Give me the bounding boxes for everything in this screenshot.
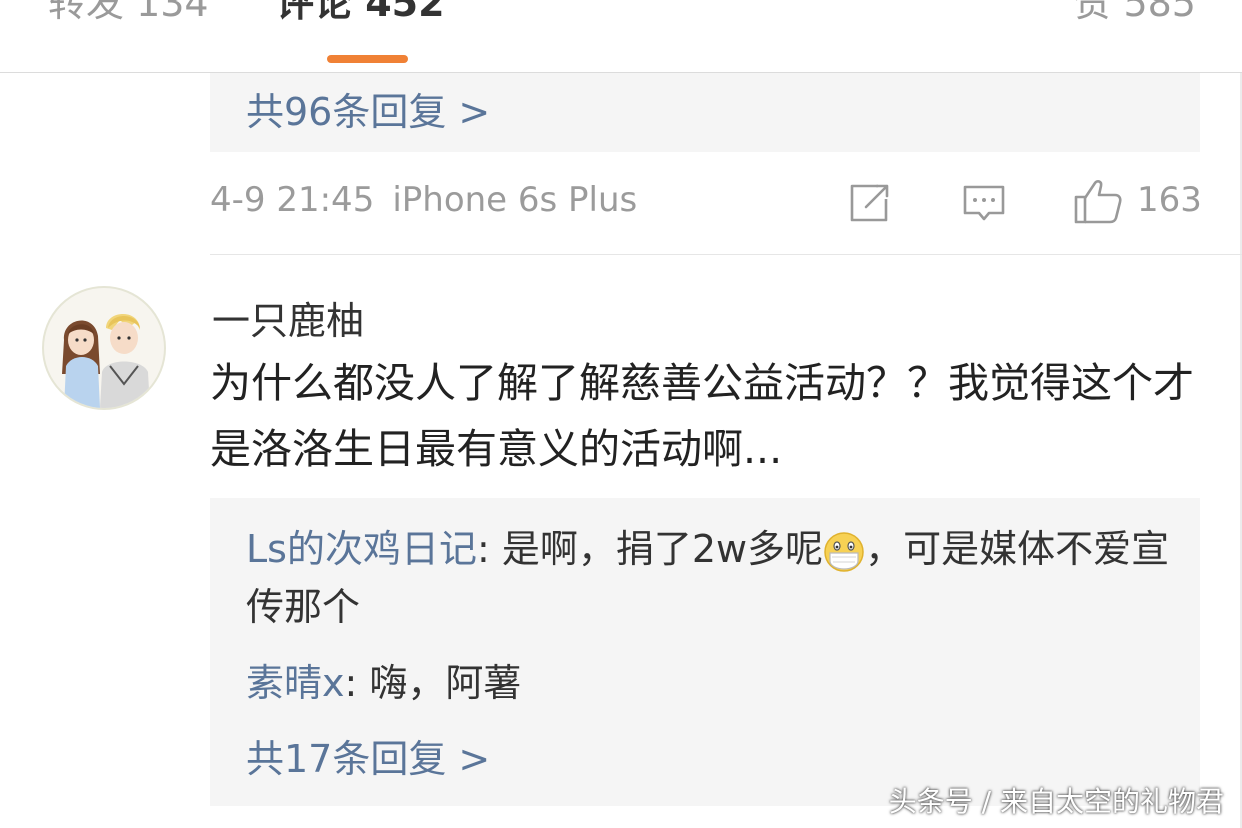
repost-icon[interactable]	[848, 183, 890, 223]
reply-text: 嗨，阿薯	[369, 661, 522, 705]
comment-meta: 4-9 21:45 iPhone 6s Plus	[210, 180, 637, 220]
reply-item[interactable]: 素晴x: 嗨，阿薯	[246, 654, 1176, 712]
timestamp: 4-9 21:45	[210, 180, 375, 220]
reply-separator: :	[476, 527, 502, 571]
device-label: iPhone 6s Plus	[392, 180, 638, 220]
more-replies-link[interactable]: 共17条回复 >	[246, 728, 490, 783]
reply-username[interactable]: 素晴x	[246, 661, 345, 705]
comment-text: 为什么都没人了解了解慈善公益活动？？我觉得这个才是洛洛生日最有意义的活动啊...	[210, 359, 1194, 473]
tab-comments[interactable]: 评论 452	[276, 0, 445, 28]
previous-replies-box: 共96条回复 >	[210, 73, 1200, 152]
more-replies-link[interactable]: 共96条回复 >	[246, 81, 490, 136]
tab-reposts[interactable]: 转发 134	[48, 0, 209, 28]
watermark: 头条号 / 来自太空的礼物君	[888, 785, 1224, 818]
comment-username[interactable]: 一只鹿柚	[212, 290, 364, 345]
reply-username[interactable]: Ls的次鸡日记	[246, 527, 477, 571]
reply-text: 是啊，捐了2w多呢	[501, 527, 824, 571]
replies-box: Ls的次鸡日记: 是啊，捐了2w多呢 ，可是媒体不爱宣传那个 素晴x: 嗨，阿薯…	[210, 498, 1200, 806]
tab-likes[interactable]: 赞 585	[1073, 0, 1196, 28]
comment-divider	[210, 254, 1242, 255]
reply-item[interactable]: Ls的次鸡日记: 是啊，捐了2w多呢 ，可是媒体不爱宣传那个	[246, 520, 1176, 636]
thumbs-up-icon[interactable]	[1073, 178, 1123, 224]
comment-icon[interactable]	[962, 184, 1006, 224]
avatar[interactable]	[42, 286, 166, 410]
reply-separator: :	[344, 661, 370, 705]
active-tab-indicator	[327, 55, 408, 63]
like-count: 163	[1137, 180, 1202, 220]
mask-face-emoji	[824, 531, 864, 572]
